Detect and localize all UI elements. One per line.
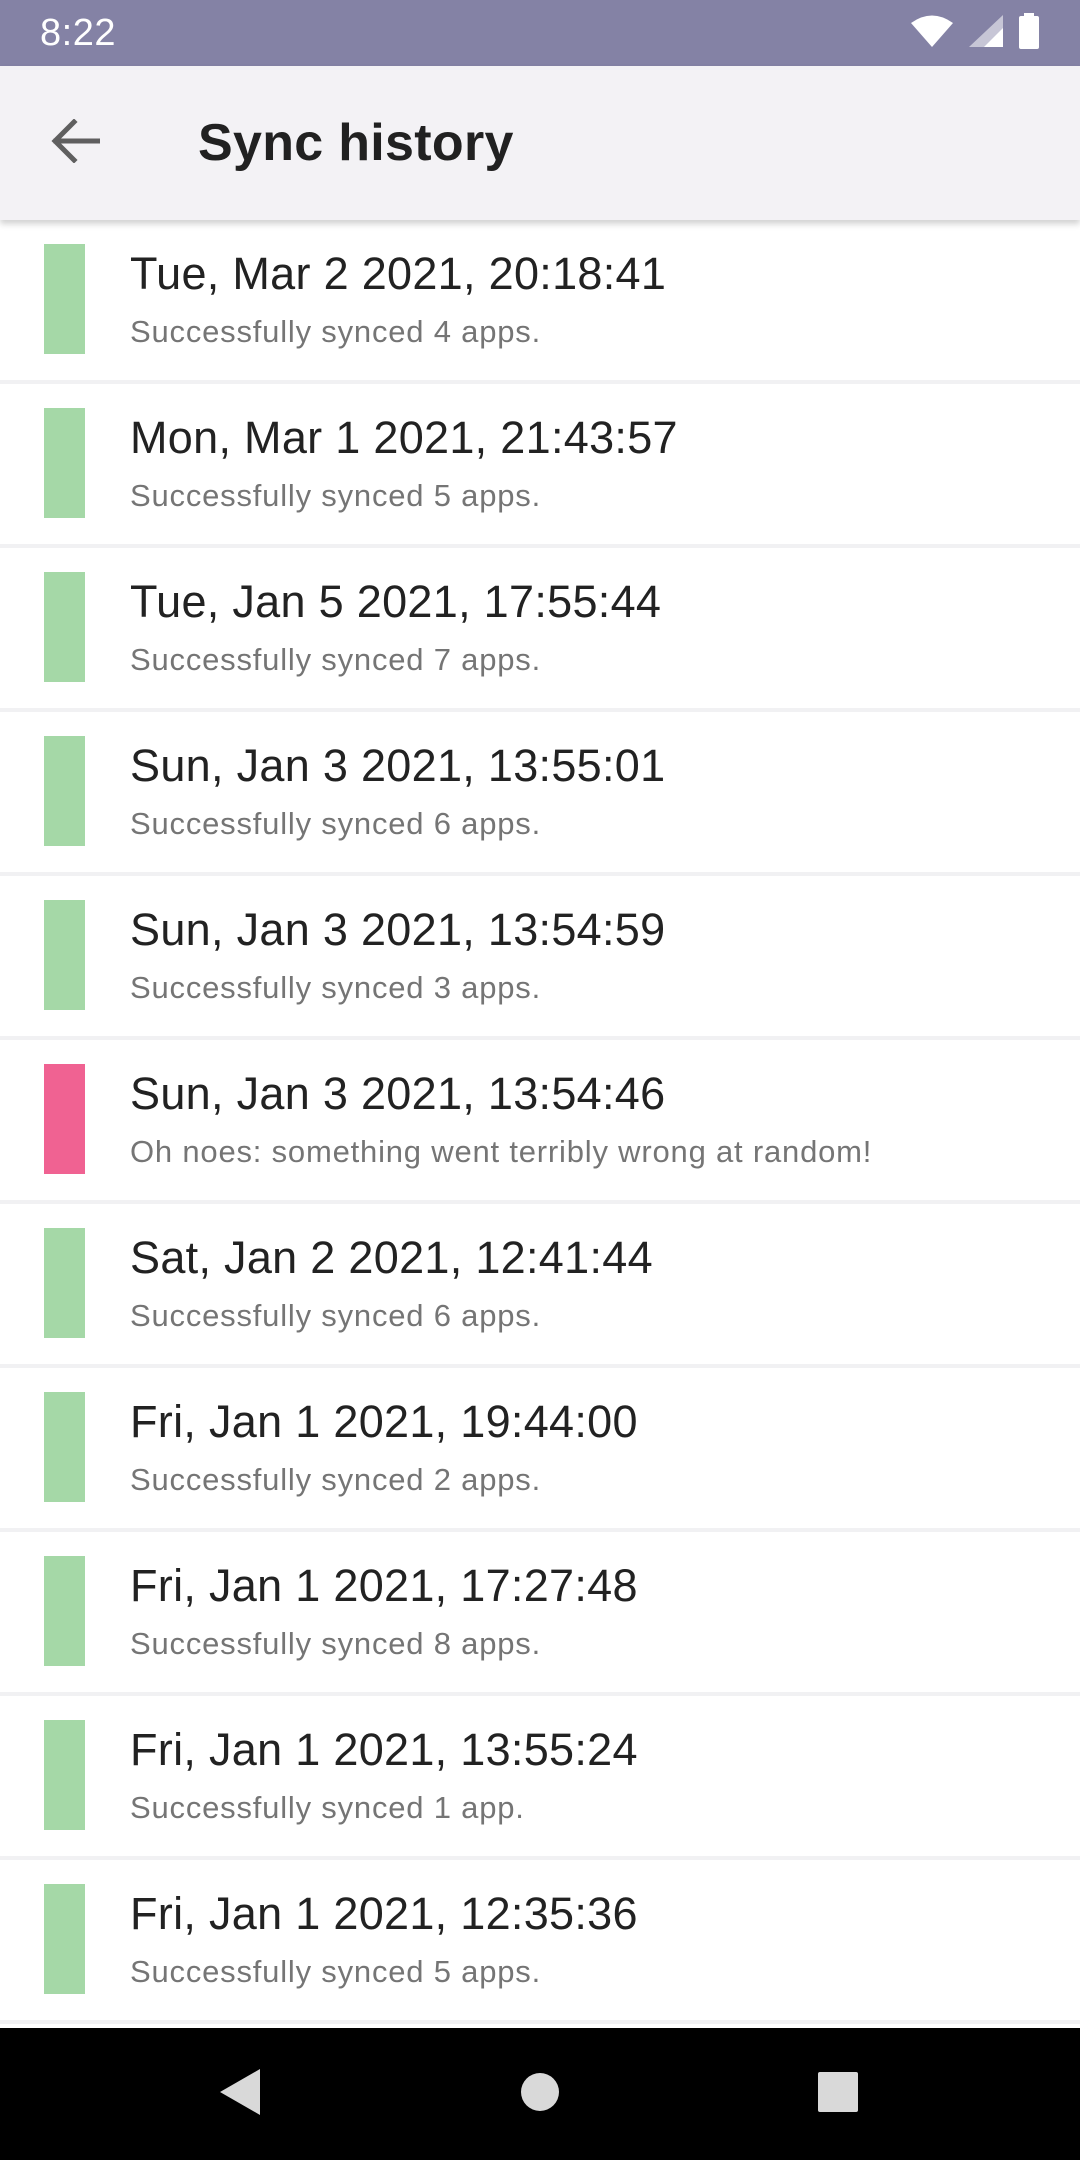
success-status-indicator [44,1228,85,1338]
sync-history-row[interactable]: Tue, Mar 2 2021, 20:18:41 Successfully sy… [0,220,1080,384]
nav-recents-button[interactable] [808,2064,868,2124]
success-status-indicator [44,1556,85,1666]
sync-history-screen: 8:22 Sync history Tue, Mar 2 2021, 20:18… [0,0,1080,2160]
nav-home-button[interactable] [510,2064,570,2124]
success-status-indicator [44,572,85,682]
success-status-indicator [44,1720,85,1830]
success-status-indicator [44,900,85,1010]
success-status-indicator [44,1392,85,1502]
sync-message: Oh noes: something went terribly wrong a… [130,1134,873,1169]
back-button[interactable] [35,103,115,183]
sync-timestamp: Mon, Mar 1 2021, 21:43:57 [130,412,678,463]
sync-message: Successfully synced 7 apps. [130,642,542,677]
navigation-bar [0,2028,1080,2160]
sync-history-row[interactable]: Mon, Mar 1 2021, 21:43:57 Successfully sy… [0,384,1080,548]
success-status-indicator [44,1884,85,1994]
status-time: 8:22 [40,11,116,54]
sync-timestamp: Fri, Jan 1 2021, 17:27:48 [130,1560,638,1611]
sync-timestamp: Sun, Jan 3 2021, 13:54:46 [130,1068,666,1119]
success-status-indicator [44,408,85,518]
sync-timestamp: Tue, Mar 2 2021, 20:18:41 [130,248,667,299]
sync-history-row[interactable]: Sun, Jan 3 2021, 13:54:59 Successfully sy… [0,876,1080,1040]
sync-message: Successfully synced 5 apps. [130,478,542,513]
sync-history-list[interactable]: Tue, Mar 2 2021, 20:18:41 Successfully sy… [0,220,1080,2024]
sync-timestamp: Fri, Jan 1 2021, 19:44:00 [130,1396,638,1447]
page-title: Sync history [198,114,514,172]
sync-message: Successfully synced 1 app. [130,1790,525,1825]
sync-message: Successfully synced 3 apps. [130,970,542,1005]
sync-history-row[interactable]: Tue, Jan 5 2021, 17:55:44 Successfully sy… [0,548,1080,712]
status-icons [910,12,1040,54]
sync-message: Successfully synced 6 apps. [130,806,542,841]
arrow-back-icon [50,117,101,168]
sync-timestamp: Fri, Jan 1 2021, 13:55:24 [130,1724,638,1775]
sync-message: Successfully synced 4 apps. [130,314,542,349]
sync-timestamp: Fri, Jan 1 2021, 12:35:36 [130,1888,638,1939]
sync-message: Successfully synced 8 apps. [130,1626,542,1661]
error-status-indicator [44,1064,85,1174]
nav-back-button[interactable] [210,2064,270,2124]
status-bar: 8:22 [0,0,1080,66]
nav-back-icon [218,2067,262,2122]
sync-timestamp: Sun, Jan 3 2021, 13:54:59 [130,904,666,955]
sync-history-row[interactable]: Sun, Jan 3 2021, 13:55:01 Successfully sy… [0,712,1080,876]
sync-timestamp: Sat, Jan 2 2021, 12:41:44 [130,1232,653,1283]
sync-message: Successfully synced 2 apps. [130,1462,542,1497]
success-status-indicator [44,244,85,354]
nav-home-icon [520,2072,560,2117]
sync-history-row[interactable]: Sun, Jan 3 2021, 13:54:46 Oh noes: someth… [0,1040,1080,1204]
sync-timestamp: Sun, Jan 3 2021, 13:55:01 [130,740,666,791]
success-status-indicator [44,736,85,846]
sync-history-row[interactable]: Fri, Jan 1 2021, 19:44:00 Successfully sy… [0,1368,1080,1532]
sync-history-row[interactable]: Fri, Jan 1 2021, 17:27:48 Successfully sy… [0,1532,1080,1696]
sync-history-row[interactable]: Fri, Jan 1 2021, 12:35:36 Successfully sy… [0,1860,1080,2024]
battery-icon [1018,12,1040,54]
sync-history-row[interactable]: Fri, Jan 1 2021, 13:55:24 Successfully sy… [0,1696,1080,1860]
sync-timestamp: Tue, Jan 5 2021, 17:55:44 [130,576,662,627]
sync-message: Successfully synced 5 apps. [130,1954,542,1989]
sync-message: Successfully synced 6 apps. [130,1298,542,1333]
nav-recents-icon [817,2071,859,2118]
sync-history-row[interactable]: Sat, Jan 2 2021, 12:41:44 Successfully sy… [0,1204,1080,1368]
app-bar: Sync history [0,66,1080,220]
wifi-icon [910,14,954,53]
cellular-signal-icon [968,14,1004,53]
